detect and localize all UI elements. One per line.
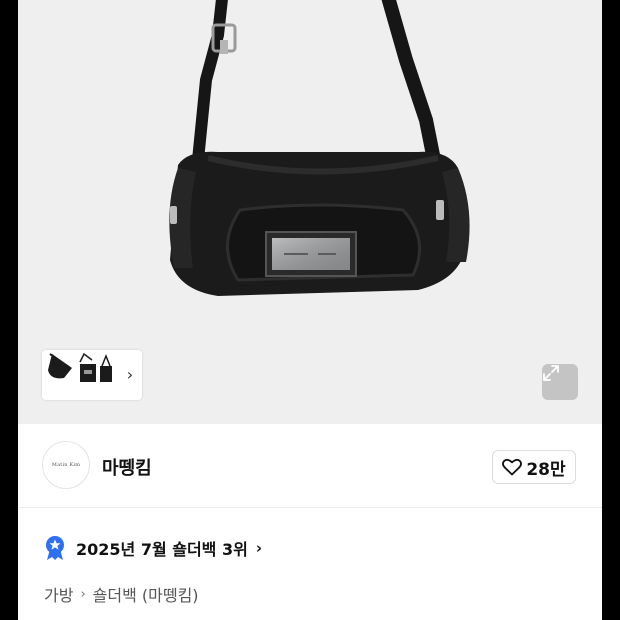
ranking-link[interactable]: 2025년 7월 숄더백 3위 ›: [44, 533, 262, 563]
breadcrumb-item-bags[interactable]: 가방: [44, 582, 73, 606]
thumbnail-strip[interactable]: ›: [42, 350, 142, 400]
like-button[interactable]: 28만: [492, 450, 576, 484]
product-image[interactable]: ›: [18, 0, 602, 424]
award-ribbon-icon: [46, 536, 64, 560]
store-logo[interactable]: Matin Kim: [42, 441, 90, 489]
store-row[interactable]: Matin Kim 마뗑킴 28만: [18, 424, 602, 508]
heart-outline-icon: [502, 458, 523, 476]
store-name[interactable]: 마뗑킴: [102, 454, 152, 480]
ranking-text: 2025년 7월 숄더백 3위: [76, 540, 248, 559]
store-logo-text: Matin Kim: [51, 462, 81, 468]
product-page: › Matin Kim 마뗑킴 28만 2025년 7월 숄더백 3위 › 가방…: [18, 0, 602, 620]
expand-button[interactable]: [542, 364, 578, 400]
breadcrumb: 가방 › 숄더백 (마뗑킴): [44, 582, 199, 606]
chevron-right-icon[interactable]: ›: [124, 365, 136, 385]
breadcrumb-item-shoulder-bag[interactable]: 숄더백 (마뗑킴): [93, 582, 199, 606]
bag-thumbnails: [48, 352, 112, 382]
expand-arrows-icon: [543, 365, 559, 381]
breadcrumb-separator-icon: ›: [80, 586, 86, 602]
chevron-right-icon: ›: [255, 539, 263, 557]
like-count: 28만: [526, 459, 566, 480]
